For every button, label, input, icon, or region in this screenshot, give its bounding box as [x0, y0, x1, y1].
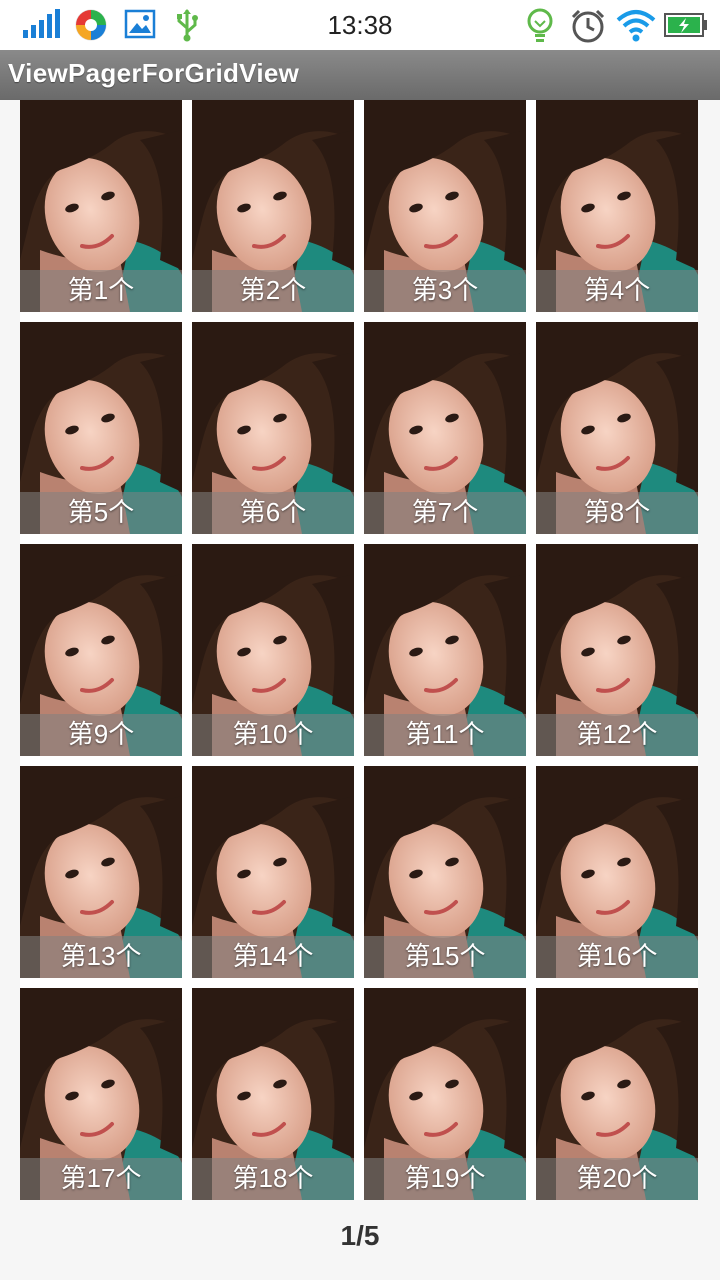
usb-icon	[174, 8, 200, 46]
grid-item-label: 第3个	[411, 275, 479, 305]
app-title: ViewPagerForGridView	[8, 58, 300, 88]
grid-item-label: 第20个	[576, 1163, 658, 1193]
grid-item[interactable]: 第10个	[192, 544, 354, 756]
grid-item[interactable]: 第12个	[536, 544, 698, 756]
image-icon	[124, 8, 156, 44]
grid-item[interactable]: 第16个	[536, 766, 698, 978]
grid-item[interactable]: 第8个	[536, 322, 698, 534]
grid-item-label: 第5个	[67, 497, 135, 527]
grid-item[interactable]: 第3个	[364, 100, 526, 312]
grid-item-label: 第11个	[405, 719, 485, 749]
grid-item-label: 第9个	[67, 719, 135, 749]
grid-item[interactable]: 第1个	[20, 100, 182, 312]
grid-item[interactable]: 第7个	[364, 322, 526, 534]
grid-item-label: 第4个	[583, 275, 651, 305]
grid-item[interactable]: 第9个	[20, 544, 182, 756]
alarm-clock-icon	[570, 8, 606, 48]
grid-item[interactable]: 第13个	[20, 766, 182, 978]
signal-bars-icon	[22, 8, 60, 44]
grid-item-label: 第19个	[404, 1163, 486, 1193]
grid-item-label: 第14个	[232, 941, 314, 971]
grid-item-label: 第1个	[67, 275, 135, 305]
grid-item-label: 第13个	[60, 941, 142, 971]
grid-item[interactable]: 第20个	[536, 988, 698, 1200]
grid-item-label: 第8个	[583, 497, 651, 527]
wifi-icon	[616, 8, 656, 46]
battery-charging-icon	[664, 12, 708, 42]
grid-item-label: 第10个	[232, 719, 314, 749]
app-title-bar: ViewPagerForGridView	[0, 50, 720, 100]
grid-item[interactable]: 第11个	[364, 544, 526, 756]
grid-item-label: 第6个	[239, 497, 307, 527]
grid-item[interactable]: 第15个	[364, 766, 526, 978]
status-bar: 13:38	[0, 0, 720, 50]
grid-item-label: 第17个	[60, 1163, 142, 1193]
grid-item-label: 第7个	[411, 497, 479, 527]
grid-item-label: 第18个	[232, 1163, 314, 1193]
status-clock: 13:38	[327, 10, 393, 40]
grid-item-label: 第12个	[576, 719, 658, 749]
grid-item[interactable]: 第4个	[536, 100, 698, 312]
grid-item-label: 第16个	[576, 941, 658, 971]
grid-item[interactable]: 第6个	[192, 322, 354, 534]
photo-grid[interactable]: 第1个 第2个 第3个 第4个第5个 第6个 第7个 第8个第9个 第10个 第11个 第12个第…	[20, 100, 698, 1200]
page-indicator: 1/5	[340, 1220, 380, 1251]
grid-item[interactable]: 第14个	[192, 766, 354, 978]
grid-item[interactable]: 第19个	[364, 988, 526, 1200]
grid-item[interactable]: 第18个	[192, 988, 354, 1200]
grid-item[interactable]: 第17个	[20, 988, 182, 1200]
app-notification-icon	[74, 8, 108, 46]
grid-item-label: 第2个	[239, 275, 307, 305]
grid-item[interactable]: 第5个	[20, 322, 182, 534]
bulb-icon	[526, 8, 554, 48]
grid-item[interactable]: 第2个	[192, 100, 354, 312]
grid-item-label: 第15个	[404, 941, 486, 971]
